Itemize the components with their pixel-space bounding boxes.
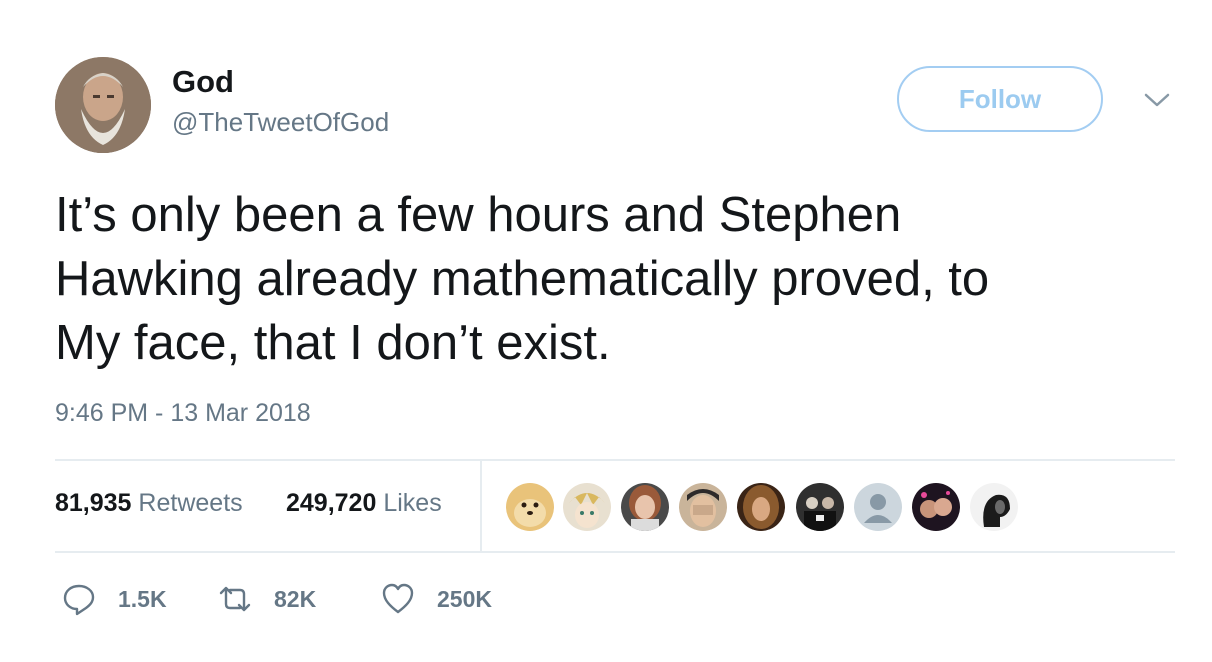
woman-avatar[interactable] bbox=[621, 483, 669, 531]
group-avatar[interactable] bbox=[796, 483, 844, 531]
reply-count: 1.5K bbox=[118, 585, 167, 612]
retweet-button[interactable]: 82K bbox=[218, 581, 316, 617]
anime-avatar[interactable] bbox=[563, 483, 611, 531]
selfie-avatar[interactable] bbox=[912, 483, 960, 531]
divider-top bbox=[55, 459, 1175, 461]
follow-button[interactable]: Follow bbox=[897, 66, 1103, 132]
author-handle[interactable]: @TheTweetOfGod bbox=[172, 107, 389, 138]
likes-count: 249,720 bbox=[286, 489, 377, 517]
retweet-icon bbox=[218, 582, 252, 616]
likes-label: Likes bbox=[383, 489, 442, 517]
author-name[interactable]: God bbox=[172, 64, 234, 100]
divider-vertical bbox=[480, 461, 482, 552]
author-avatar[interactable] bbox=[55, 57, 151, 153]
man-face-avatar[interactable] bbox=[679, 483, 727, 531]
divider-bottom bbox=[55, 551, 1175, 553]
tweet-timestamp[interactable]: 9:46 PM - 13 Mar 2018 bbox=[55, 399, 311, 428]
default-avatar[interactable] bbox=[854, 483, 902, 531]
reply-button[interactable]: 1.5K bbox=[62, 581, 167, 617]
likes-stat[interactable]: 249,720 Likes bbox=[286, 489, 442, 518]
like-count: 250K bbox=[437, 585, 492, 612]
chevron-down-icon[interactable] bbox=[1143, 90, 1171, 110]
reply-icon bbox=[62, 582, 96, 616]
retweet-count: 82K bbox=[274, 585, 317, 612]
heart-icon bbox=[381, 582, 415, 616]
doge-avatar[interactable] bbox=[506, 483, 554, 531]
profile-avatar[interactable] bbox=[970, 483, 1018, 531]
woman-hair-avatar[interactable] bbox=[737, 483, 785, 531]
like-button[interactable]: 250K bbox=[381, 581, 492, 617]
retweets-stat[interactable]: 81,935 Retweets bbox=[55, 489, 243, 518]
retweets-count: 81,935 bbox=[55, 489, 132, 517]
tweet-text: It’s only been a few hours and Stephen H… bbox=[55, 188, 990, 370]
retweets-label: Retweets bbox=[138, 489, 243, 517]
